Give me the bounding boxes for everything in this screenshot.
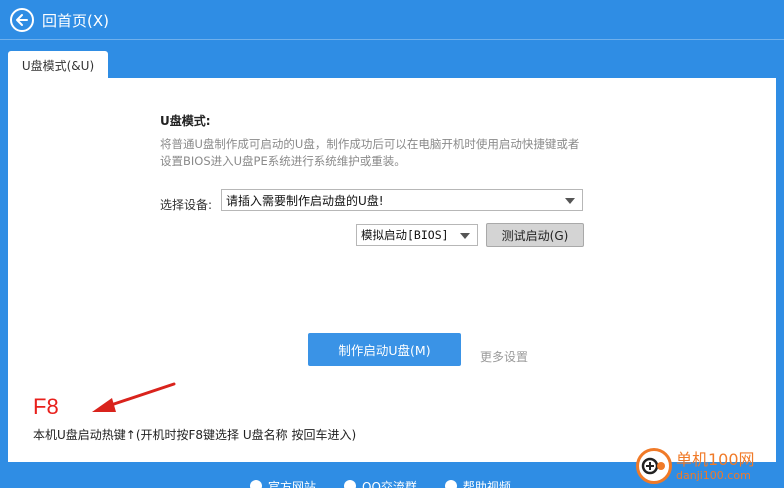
make-boot-usb-button[interactable]: 制作启动U盘(M)	[308, 333, 461, 366]
hotkey-value: F8	[33, 394, 59, 419]
tab-usb-mode[interactable]: U盘模式(&U)	[8, 51, 108, 79]
chevron-down-icon	[460, 233, 470, 239]
home-icon	[250, 480, 262, 488]
footer-link-help[interactable]: 帮助视频	[444, 476, 511, 488]
device-select[interactable]: 请插入需要制作启动盘的U盘!	[221, 189, 583, 211]
boot-mode-select[interactable]: 模拟启动[BIOS]	[356, 224, 478, 246]
device-select-label: 选择设备:	[160, 198, 213, 212]
watermark: 单机100网 danji100.com	[636, 448, 755, 484]
back-arrow-icon	[10, 8, 34, 32]
back-home-button[interactable]: 回首页(X)	[10, 8, 109, 32]
device-select-value: 请插入需要制作启动盘的U盘!	[226, 193, 384, 208]
watermark-url: danji100.com	[676, 468, 751, 482]
help-icon	[444, 480, 457, 488]
chevron-down-icon	[565, 198, 575, 204]
red-arrow-icon	[92, 382, 176, 412]
watermark-title: 单机100网	[676, 449, 755, 469]
mode-description: 将普通U盘制作成可启动的U盘，制作成功后可以在电脑开机时使用启动快捷键或者设置B…	[160, 137, 580, 168]
hotkey-description: 本机U盘启动热键↑(开机时按F8键选择 U盘名称 按回车进入)	[33, 428, 357, 442]
qq-icon	[344, 480, 357, 488]
back-home-label: 回首页(X)	[42, 11, 109, 30]
top-bar: 回首页(X)	[0, 0, 784, 40]
footer-links: 官方网站 QQ交流群 帮助视频	[250, 476, 511, 488]
header-divider	[0, 39, 784, 40]
footer-link-qq[interactable]: QQ交流群	[344, 476, 417, 488]
mode-title: U盘模式:	[160, 114, 211, 128]
more-settings-link[interactable]: 更多设置	[480, 348, 528, 365]
boot-mode-value: 模拟启动[BIOS]	[361, 228, 449, 242]
usb-mode-panel: U盘模式: 将普通U盘制作成可启动的U盘，制作成功后可以在电脑开机时使用启动快捷…	[8, 78, 776, 462]
footer-link-website[interactable]: 官方网站	[250, 476, 316, 488]
watermark-logo-icon	[636, 448, 672, 484]
test-boot-button[interactable]: 测试启动(G)	[486, 223, 584, 247]
